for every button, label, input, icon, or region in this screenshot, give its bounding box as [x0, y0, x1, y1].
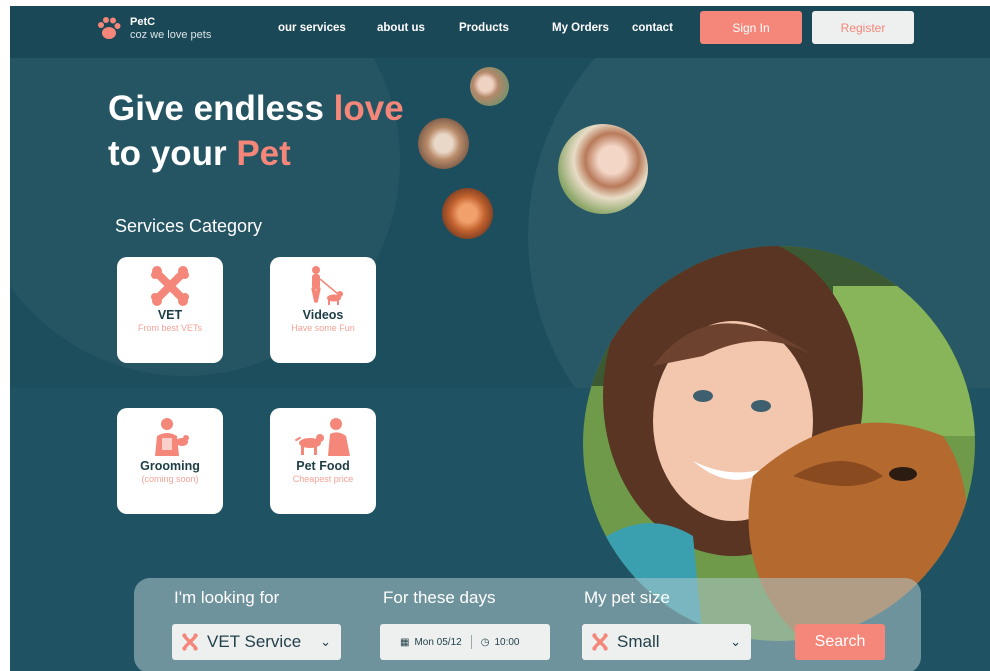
card-title: Pet Food — [296, 459, 350, 473]
brand-tagline: coz we love pets — [130, 29, 212, 41]
category-card-videos[interactable]: Videos Have some Fun — [270, 257, 376, 363]
card-title: VET — [157, 308, 183, 322]
hero-line-2: to your — [108, 134, 237, 173]
nav-products[interactable]: Products — [459, 22, 509, 34]
bone-icon — [592, 633, 608, 651]
brand-logo[interactable]: PetC coz we love pets — [96, 16, 211, 42]
card-subtitle: Have some Fun — [291, 323, 355, 333]
looking-for-label: I'm looking for — [174, 588, 280, 607]
service-select-value: VET Service — [207, 632, 302, 651]
hero-line-1: Give endless — [108, 89, 334, 128]
clock-icon: ◷ — [480, 636, 490, 648]
date-value[interactable]: Mon 05/12 — [414, 637, 461, 648]
card-title: Videos — [302, 308, 344, 322]
hero-accent-love: love — [333, 89, 404, 128]
pet-photo-small — [418, 118, 469, 169]
time-value[interactable]: 10:00 — [494, 637, 519, 648]
nav-contact[interactable]: contact — [632, 22, 673, 34]
sign-in-button[interactable]: Sign In — [700, 11, 802, 44]
for-these-days-label: For these days — [383, 588, 496, 607]
bone-icon — [182, 633, 198, 651]
card-subtitle: Cheapest price — [292, 474, 354, 484]
brand-name: PetC — [130, 16, 156, 28]
chevron-down-icon: ⌄ — [320, 634, 331, 649]
pet-size-value: Small — [617, 632, 660, 651]
pet-size-select[interactable]: Small ⌄ — [582, 624, 751, 660]
pet-size-label: My pet size — [584, 588, 670, 607]
groomer-icon — [155, 418, 189, 456]
nav-our-services[interactable]: our services — [278, 22, 346, 34]
bone-icon — [151, 266, 189, 306]
category-card-pet-food[interactable]: Pet Food Cheapest price — [270, 408, 376, 514]
card-subtitle: From best VETs — [137, 323, 202, 333]
nav-my-orders[interactable]: My Orders — [552, 22, 609, 34]
feeding-dog-icon — [294, 418, 350, 456]
pet-photo-medium — [558, 124, 648, 214]
register-button[interactable]: Register — [812, 11, 914, 44]
category-card-vet[interactable]: VET From best VETs — [117, 257, 223, 363]
search-button[interactable]: Search — [795, 624, 885, 660]
pet-photo-small — [470, 67, 509, 106]
hero-heading: Give endless love to your Pet — [108, 86, 404, 176]
pet-photo-small — [442, 188, 493, 239]
card-subtitle: (coming soon) — [141, 474, 199, 484]
date-time-picker[interactable]: ▦ Mon 05/12 ◷ 10:00 — [380, 624, 550, 660]
nav-about-us[interactable]: about us — [377, 22, 425, 34]
chevron-down-icon: ⌄ — [730, 634, 741, 649]
search-panel: I'm looking for For these days My pet si… — [134, 578, 921, 671]
dog-walker-icon — [311, 266, 343, 305]
top-navbar: PetC coz we love pets our services about… — [10, 6, 990, 58]
paw-icon — [98, 17, 121, 39]
service-select[interactable]: VET Service ⌄ — [172, 624, 341, 660]
services-category-title: Services Category — [115, 216, 263, 236]
calendar-icon: ▦ — [400, 636, 410, 648]
card-title: Grooming — [140, 459, 200, 473]
hero-accent-pet: Pet — [236, 134, 291, 173]
divider — [470, 635, 472, 649]
category-card-grooming[interactable]: Grooming (coming soon) — [117, 408, 223, 514]
landing-page: PetC coz we love pets our services about… — [10, 6, 990, 671]
